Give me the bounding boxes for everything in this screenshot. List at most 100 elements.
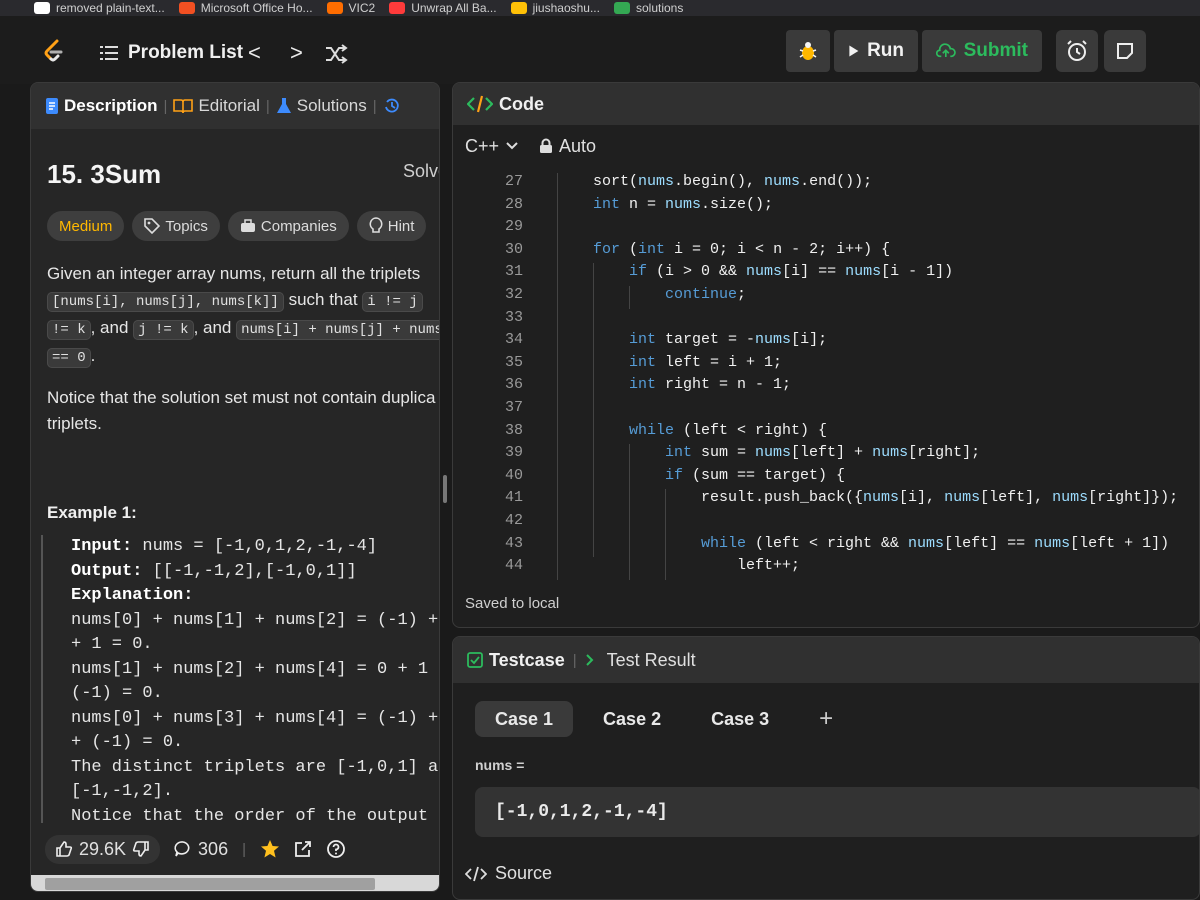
like-count: 29.6K: [79, 838, 127, 859]
code-panel: Code C++ Auto 27 sort(nums.begin(), nums.…: [452, 82, 1200, 628]
indent-guide: [629, 286, 630, 309]
shuffle-icon[interactable]: [324, 44, 348, 64]
run-button[interactable]: Run: [834, 30, 918, 72]
code-token: nums: [755, 331, 792, 349]
code-token: if: [665, 466, 684, 484]
thumbs-down-icon[interactable]: [132, 840, 150, 858]
share-icon[interactable]: [294, 840, 312, 858]
comments-button[interactable]: 306: [174, 839, 228, 860]
test-tab-bar: Testcase | Test Result: [453, 637, 1199, 683]
problem-title: 15. 3Sum: [47, 159, 162, 189]
example-line: [-1,-1,2].: [71, 782, 174, 801]
code-token: [i],: [899, 489, 945, 507]
line-number: 37: [504, 399, 523, 416]
code-token: nums: [746, 263, 783, 281]
code-line: if (sum == target) {: [665, 467, 845, 484]
briefcase-icon: [240, 219, 255, 232]
next-problem-button[interactable]: >: [290, 40, 303, 66]
code-token: for: [593, 240, 621, 258]
nums-input[interactable]: [-1,0,1,2,-1,-4]: [475, 787, 1199, 837]
tab-test-result[interactable]: Test Result: [585, 650, 696, 671]
tab-solutions[interactable]: Solutions: [276, 96, 367, 116]
description-text: .: [90, 346, 96, 365]
example-line: The distinct triplets are [-1,0,1] a: [71, 757, 439, 777]
bookmark-label: solutions: [635, 1, 684, 15]
bookmark-item[interactable]: jiushaoshu...: [510, 1, 600, 15]
description-footer: 29.6K 306 |: [31, 823, 439, 875]
problem-list-button[interactable]: Problem List: [100, 42, 243, 64]
companies-chip[interactable]: Companies: [227, 211, 349, 241]
code-line: int target = -nums[i];: [629, 331, 827, 348]
example-block: Input: nums = [-1,0,1,2,-1,-4] Output: […: [41, 535, 439, 835]
tab-testcase[interactable]: Testcase: [467, 650, 565, 671]
indent-guide: [665, 489, 666, 580]
language-select[interactable]: C++: [465, 136, 519, 157]
inline-code: == 0: [47, 348, 91, 368]
code-token: while: [701, 534, 747, 552]
bookmark-item[interactable]: Unwrap All Ba...: [389, 1, 497, 15]
notes-button[interactable]: [1104, 30, 1146, 72]
code-line: int sum = nums[left] + nums[right];: [665, 444, 980, 461]
leetcode-logo-icon[interactable]: [40, 38, 68, 66]
bookmark-item[interactable]: Microsoft Office Ho...: [178, 1, 313, 15]
code-token: (sum == target) {: [683, 466, 846, 484]
nav-right-tools: [1056, 30, 1146, 72]
terminal-icon: [585, 654, 594, 666]
bookmark-item[interactable]: solutions: [613, 1, 684, 15]
case-tab[interactable]: Case 1: [475, 701, 574, 737]
code-token: right = n - 1;: [656, 376, 792, 394]
code-editor[interactable]: 27 sort(nums.begin(), nums.end()); 28 int n…: [453, 167, 1199, 580]
tab-description[interactable]: Description: [45, 96, 158, 116]
example-line: nums[1] + nums[2] + nums[4] = 0 + 1: [71, 659, 429, 679]
scrollbar-thumb[interactable]: [45, 878, 375, 890]
bookmark-label: removed plain-text...: [56, 1, 165, 15]
code-token: sum =: [692, 444, 756, 462]
tab-separator: |: [372, 97, 377, 115]
code-token: n =: [620, 195, 666, 213]
timer-button[interactable]: [1056, 30, 1098, 72]
line-number: 43: [504, 534, 523, 552]
submit-label: Submit: [963, 40, 1028, 61]
star-icon[interactable]: [260, 839, 280, 859]
code-token: nums: [944, 489, 981, 507]
code-line: if (i > 0 && nums[i] == nums[i - 1]): [629, 263, 953, 280]
bookmark-favicon-icon: [613, 2, 630, 14]
cloud-upload-icon: [936, 43, 956, 58]
code-token: int: [629, 353, 657, 371]
description-panel: Description | Editorial | Solutions | 15…: [30, 82, 440, 892]
submit-button[interactable]: Submit: [922, 30, 1042, 72]
code-token: [i] ==: [782, 263, 846, 281]
tab-solutions-label: Solutions: [296, 96, 367, 115]
thumbs-up-icon[interactable]: [55, 840, 73, 858]
bookmark-item[interactable]: removed plain-text...: [34, 1, 165, 15]
prev-problem-button[interactable]: <: [248, 40, 261, 66]
bookmark-item[interactable]: VIC2: [326, 1, 375, 15]
example-line: + (-1) = 0.: [71, 733, 184, 752]
source-button[interactable]: Source: [465, 863, 552, 884]
code-line: left++;: [737, 557, 800, 574]
debug-button[interactable]: [786, 30, 830, 72]
help-icon[interactable]: [326, 839, 346, 859]
code-token: (left < right &&: [746, 534, 909, 552]
companies-label: Companies: [260, 217, 337, 235]
case-tab[interactable]: Case 3: [691, 701, 789, 737]
tab-editorial[interactable]: Editorial: [173, 96, 260, 116]
topics-chip[interactable]: Topics: [132, 211, 220, 241]
checkbox-icon: [467, 652, 483, 668]
hint-chip[interactable]: Hint: [356, 211, 427, 241]
line-number: 40: [504, 466, 523, 484]
tab-description-label: Description: [64, 96, 158, 115]
bookmark-label: Microsoft Office Ho...: [200, 1, 313, 15]
case-tab[interactable]: Case 2: [583, 701, 681, 737]
history-icon[interactable]: [383, 97, 401, 115]
inline-code: [nums[i], nums[j], nums[k]]: [47, 292, 284, 312]
horizontal-scrollbar[interactable]: [31, 875, 439, 891]
description-text: such that: [283, 290, 363, 309]
panel-resize-handle[interactable]: [443, 475, 447, 503]
line-number: 29: [504, 218, 523, 236]
add-case-button[interactable]: +: [799, 701, 853, 737]
list-icon: [100, 46, 118, 60]
auto-mode[interactable]: Auto: [539, 136, 596, 157]
lock-icon: [540, 138, 553, 153]
bookmark-favicon-icon: [510, 2, 527, 14]
